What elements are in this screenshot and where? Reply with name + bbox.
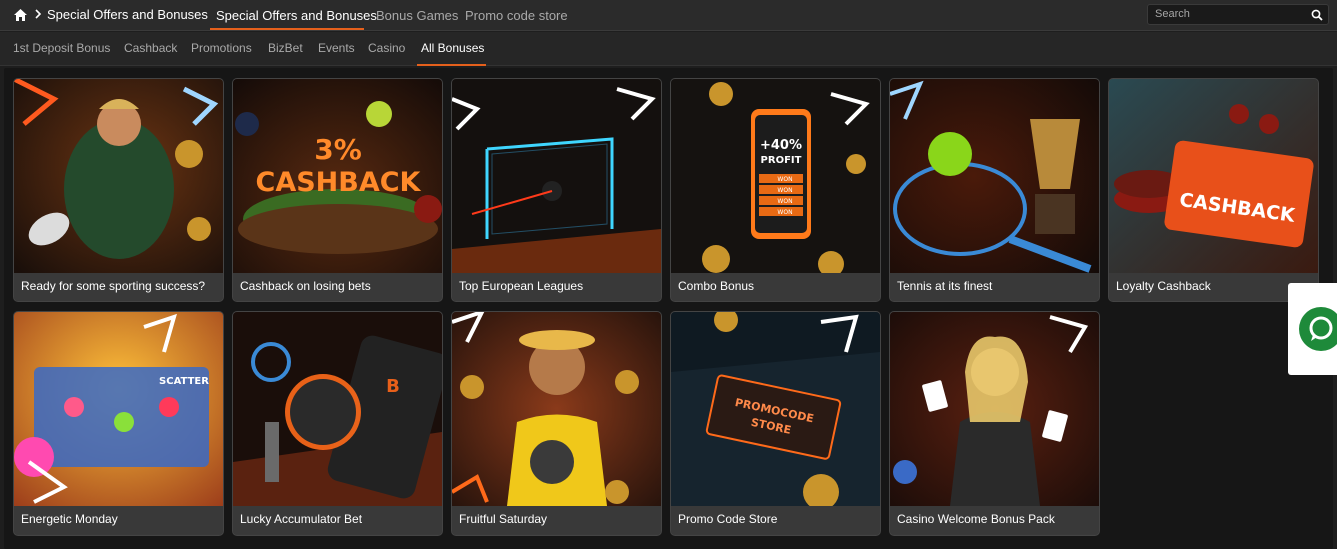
tab-bonus-games[interactable]: Bonus Games — [376, 8, 458, 23]
card-caption: Ready for some sporting success? — [14, 273, 223, 301]
bonus-card-combo-bonus[interactable]: +40% PROFIT WON WON WON WON Combo Bonus — [670, 78, 881, 302]
card-caption: Tennis at its finest — [890, 273, 1099, 301]
chevron-right-icon — [35, 9, 42, 19]
bonus-card-top-european-leagues[interactable]: Top European Leagues — [451, 78, 662, 302]
card-image — [452, 312, 661, 506]
card-image — [890, 312, 1099, 506]
breadcrumb[interactable]: Special Offers and Bonuses — [47, 7, 208, 22]
card-title: Combo Bonus — [678, 279, 755, 293]
art-won-row: WON — [777, 198, 792, 205]
card-image: PROMOCODE STORE — [671, 312, 880, 506]
sub-navigation: 1st Deposit Bonus Cashback Promotions Bi… — [0, 32, 1337, 66]
art-text-plus40: +40% — [760, 138, 802, 153]
chat-button[interactable] — [1299, 307, 1337, 351]
chat-bubble-icon — [1309, 316, 1333, 341]
bonus-card-sporting-success[interactable]: Ready for some sporting success? — [13, 78, 224, 302]
art-won-row: WON — [777, 209, 792, 216]
art-won-row: WON — [777, 176, 792, 183]
card-image: B — [233, 312, 442, 506]
bonus-card-casino-welcome[interactable]: Casino Welcome Bonus Pack — [889, 311, 1100, 536]
card-image: +40% PROFIT WON WON WON WON — [671, 79, 880, 273]
card-caption: Casino Welcome Bonus Pack — [890, 506, 1099, 534]
active-subtab-indicator — [417, 64, 486, 66]
card-image: 3% CASHBACK — [233, 79, 442, 273]
search-placeholder: Search — [1155, 8, 1190, 20]
card-caption: Promo Code Store — [671, 506, 880, 534]
search-input[interactable]: Search — [1147, 4, 1329, 25]
card-title: Loyalty Cashback — [1116, 279, 1211, 293]
card-caption: Loyalty Cashback — [1109, 273, 1318, 301]
card-title: Fruitful Saturday — [459, 512, 548, 526]
card-caption: Top European Leagues — [452, 273, 661, 301]
search-icon[interactable] — [1311, 9, 1323, 21]
art-text-percent: 3% — [314, 133, 362, 166]
subtab-promotions[interactable]: Promotions — [191, 41, 252, 55]
card-caption: Fruitful Saturday — [452, 506, 661, 534]
card-image: CASHBACK — [1109, 79, 1318, 273]
chat-widget — [1288, 283, 1337, 375]
subtab-first-deposit-bonus[interactable]: 1st Deposit Bonus — [13, 41, 110, 55]
tab-special-offers[interactable]: Special Offers and Bonuses — [216, 8, 377, 23]
bonus-card-loyalty-cashback[interactable]: CASHBACK Loyalty Cashback — [1108, 78, 1319, 302]
card-title: Ready for some sporting success? — [21, 279, 206, 293]
home-icon[interactable] — [13, 8, 28, 22]
card-image — [14, 79, 223, 273]
card-caption: Combo Bonus — [671, 273, 880, 301]
subtab-cashback[interactable]: Cashback — [124, 41, 177, 55]
card-title: Top European Leagues — [459, 279, 584, 293]
svg-text:B: B — [386, 376, 400, 397]
card-image — [452, 79, 661, 273]
bonus-card-energetic-monday[interactable]: SCATTER Energetic Monday — [13, 311, 224, 536]
bonus-card-fruitful-saturday[interactable]: Fruitful Saturday — [451, 311, 662, 536]
art-text-scatter: SCATTER — [159, 376, 209, 387]
bonus-card-cashback-losing-bets[interactable]: 3% CASHBACK Cashback on losing bets — [232, 78, 443, 302]
art-text-cashback: CASHBACK — [256, 167, 422, 198]
subtab-all-bonuses[interactable]: All Bonuses — [421, 41, 484, 55]
card-title: Casino Welcome Bonus Pack — [897, 512, 1055, 526]
subtab-events[interactable]: Events — [318, 41, 355, 55]
card-image — [890, 79, 1099, 273]
card-caption: Energetic Monday — [14, 506, 223, 534]
top-bar: Special Offers and Bonuses Special Offer… — [0, 0, 1337, 31]
card-image: SCATTER — [14, 312, 223, 506]
active-tab-indicator — [210, 28, 364, 30]
card-caption: Lucky Accumulator Bet — [233, 506, 442, 534]
card-caption: Cashback on losing bets — [233, 273, 442, 301]
bonus-card-tennis[interactable]: Tennis at its finest — [889, 78, 1100, 302]
subtab-casino[interactable]: Casino — [368, 41, 405, 55]
card-title: Cashback on losing bets — [240, 279, 371, 293]
card-title: Lucky Accumulator Bet — [240, 512, 363, 526]
card-title: Energetic Monday — [21, 512, 118, 526]
bonus-card-lucky-accumulator[interactable]: B Lucky Accumulator Bet — [232, 311, 443, 536]
card-title: Promo Code Store — [678, 512, 778, 526]
art-won-row: WON — [777, 187, 792, 194]
subtab-bizbet[interactable]: BizBet — [268, 41, 303, 55]
bonus-card-promo-code-store[interactable]: PROMOCODE STORE Promo Code Store — [670, 311, 881, 536]
art-text-profit: PROFIT — [761, 155, 802, 166]
tab-promo-code-store[interactable]: Promo code store — [465, 8, 568, 23]
card-title: Tennis at its finest — [897, 279, 993, 293]
